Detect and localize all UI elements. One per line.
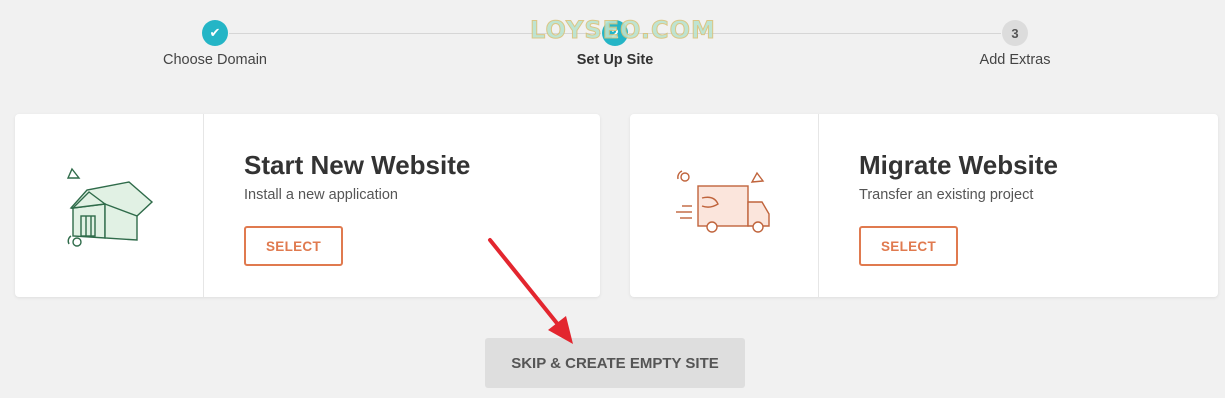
watermark: LOYSEO.COM (530, 16, 716, 45)
house-icon (53, 164, 163, 254)
card-title: Start New Website (244, 150, 471, 180)
card-description: Install a new application (244, 187, 398, 203)
card-description: Transfer an existing project (859, 187, 1034, 203)
step-label-add-extras: Add Extras (979, 52, 1051, 68)
progress-stepper: ✔ Choose Domain 2 Set Up Site 3 Add Extr… (0, 0, 1225, 80)
migrate-website-card[interactable]: Migrate Website Transfer an existing pro… (630, 114, 1218, 297)
moving-truck-icon (668, 164, 778, 254)
step-label-set-up-site: Set Up Site (576, 52, 654, 68)
card-divider (818, 114, 819, 297)
step-3-indicator: 3 (1002, 20, 1028, 46)
card-title: Migrate Website (859, 150, 1058, 180)
select-migrate-website-button[interactable]: SELECT (859, 226, 958, 266)
step-1-check-icon: ✔ (202, 20, 228, 46)
step-label-choose-domain: Choose Domain (163, 52, 267, 68)
card-divider (203, 114, 204, 297)
annotation-arrow-icon (488, 238, 573, 344)
select-start-new-website-button[interactable]: SELECT (244, 226, 343, 266)
